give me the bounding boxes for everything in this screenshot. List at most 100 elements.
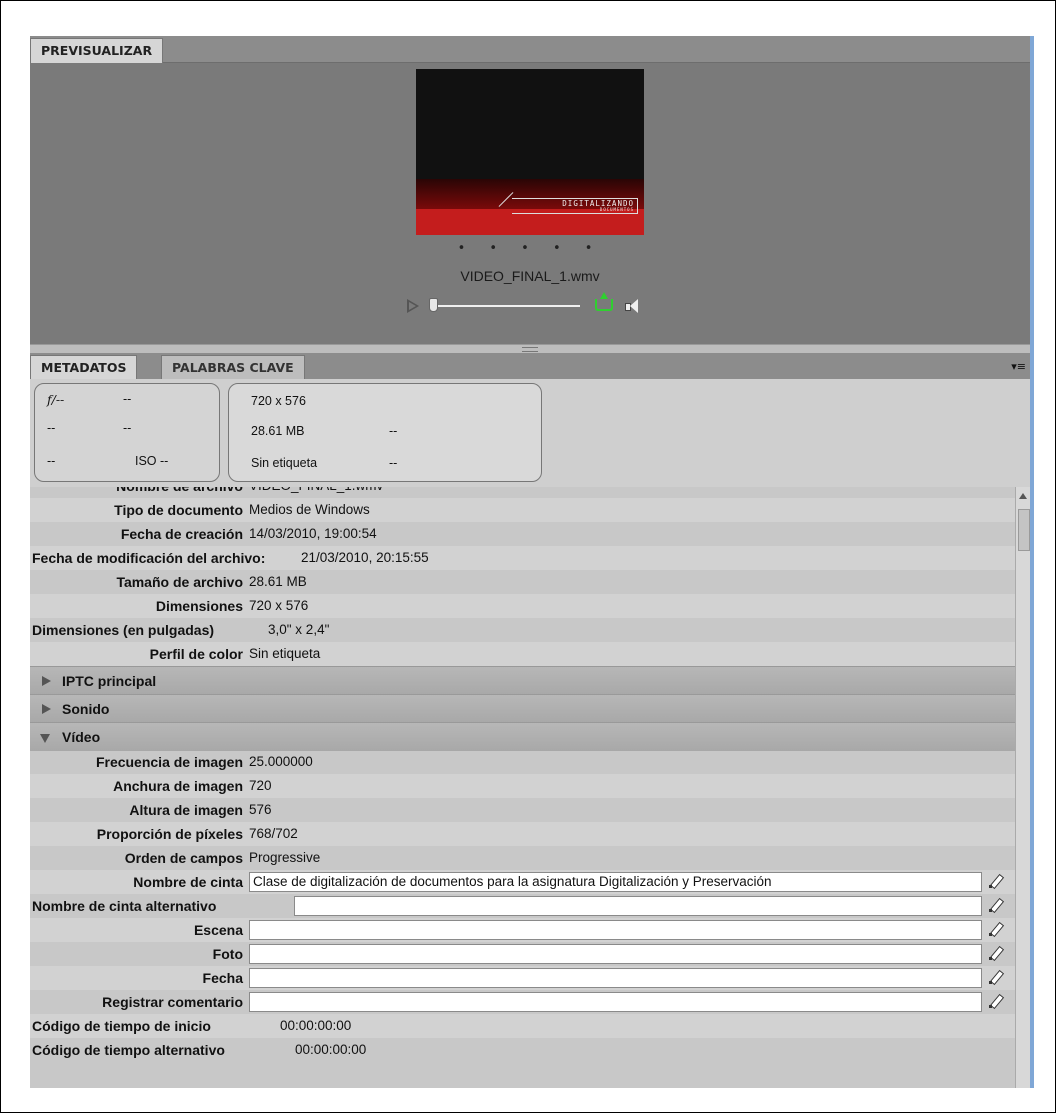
thumbnail-sublogo-text: DOCUMENTOS bbox=[599, 207, 634, 212]
metadata-value: VIDEO_FINAL_1.wmv bbox=[249, 487, 383, 498]
section-audio[interactable]: Sonido bbox=[30, 694, 1015, 723]
scene-field[interactable] bbox=[249, 920, 982, 940]
metadata-label: Tipo de documento bbox=[114, 502, 243, 518]
metadata-label: Perfil de color bbox=[149, 646, 243, 662]
thumbnail-logo: DIGITALIZANDO DOCUMENTOS bbox=[512, 198, 638, 214]
metadata-label: Frecuencia de imagen bbox=[95, 754, 243, 770]
camera-cell: -- bbox=[123, 421, 132, 435]
file-name: VIDEO_FINAL_1.wmv bbox=[460, 268, 600, 284]
metadata-scrollbar[interactable] bbox=[1015, 487, 1030, 1088]
section-title: Sonido bbox=[62, 701, 110, 717]
metadata-label: Dimensiones bbox=[155, 598, 243, 614]
metadata-row: Fecha de modificación del archivo: 21/03… bbox=[30, 546, 1015, 570]
rating-dots[interactable]: • • • • • bbox=[30, 241, 1030, 256]
metadata-value: 00:00:00:00 bbox=[295, 1042, 367, 1057]
metadata-row: Nombre de archivo VIDEO_FINAL_1.wmv bbox=[30, 487, 1015, 498]
metadata-label: Fecha de creación bbox=[120, 526, 243, 542]
loop-icon[interactable] bbox=[595, 292, 613, 311]
iso-value: ISO -- bbox=[135, 454, 169, 468]
metadata-value: 28.61 MB bbox=[249, 574, 307, 589]
scrollbar-thumb[interactable] bbox=[1018, 509, 1030, 551]
metadata-row: Registrar comentario bbox=[30, 990, 1015, 1014]
shutter-value: -- bbox=[123, 392, 132, 406]
scrub-bar[interactable] bbox=[432, 305, 580, 307]
metadata-row: Proporción de píxeles 768/702 bbox=[30, 822, 1015, 846]
metadata-row: Tamaño de archivo 28.61 MB bbox=[30, 570, 1015, 594]
scroll-up-icon[interactable] bbox=[1019, 493, 1027, 499]
window-edge bbox=[1030, 36, 1034, 1088]
alt-tape-name-field[interactable] bbox=[294, 896, 982, 916]
placard-size: 28.61 MB bbox=[251, 424, 305, 438]
metadata-label: Nombre de cinta alternativo bbox=[32, 898, 217, 914]
metadata-value: 21/03/2010, 20:15:55 bbox=[301, 550, 429, 565]
camera-cell: -- bbox=[47, 454, 56, 468]
edit-pencil-icon[interactable] bbox=[988, 970, 1002, 984]
metadata-value: 3,0" x 2,4" bbox=[268, 622, 330, 637]
metadata-value: 720 x 576 bbox=[249, 598, 309, 613]
metadata-label: Altura de imagen bbox=[129, 802, 243, 818]
metadata-placard: 𝑓/-- -- -- -- -- ISO -- 720 x 576 28.61 … bbox=[30, 379, 1030, 487]
metadata-row: Perfil de color Sin etiqueta bbox=[30, 642, 1015, 666]
metadata-row: Dimensiones 720 x 576 bbox=[30, 594, 1015, 618]
metadata-row: Código de tiempo alternativo 00:00:00:00 bbox=[30, 1038, 1015, 1062]
preview-panel: DIGITALIZANDO DOCUMENTOS • • • • • VIDEO… bbox=[30, 63, 1030, 344]
metadata-value: Sin etiqueta bbox=[249, 646, 321, 661]
shot-field[interactable] bbox=[249, 944, 982, 964]
edit-pencil-icon[interactable] bbox=[988, 946, 1002, 960]
camera-data-box: 𝑓/-- -- -- -- -- ISO -- bbox=[34, 383, 220, 482]
file-data-box: 720 x 576 28.61 MB -- Sin etiqueta -- bbox=[228, 383, 542, 482]
metadata-label: Nombre de cinta bbox=[133, 874, 243, 890]
section-iptc[interactable]: IPTC principal bbox=[30, 666, 1015, 695]
log-comment-field[interactable] bbox=[249, 992, 982, 1012]
metadata-row: Frecuencia de imagen 25.000000 bbox=[30, 750, 1015, 774]
expand-icon bbox=[42, 676, 51, 686]
edit-pencil-icon[interactable] bbox=[988, 898, 1002, 912]
metadata-label: Dimensiones (en pulgadas) bbox=[32, 622, 215, 638]
metadata-label: Proporción de píxeles bbox=[96, 826, 243, 842]
metadata-row: Anchura de imagen 720 bbox=[30, 774, 1015, 798]
metadata-row: Altura de imagen 576 bbox=[30, 798, 1015, 822]
metadata-value: Medios de Windows bbox=[249, 502, 370, 517]
play-icon[interactable] bbox=[407, 299, 419, 313]
section-video[interactable]: Vídeo bbox=[30, 722, 1015, 751]
metadata-row: Nombre de cinta Clase de digitalización … bbox=[30, 870, 1015, 894]
panel-menu-icon[interactable]: ▾≡ bbox=[1011, 360, 1026, 373]
media-player bbox=[405, 292, 665, 317]
placard-size-extra: -- bbox=[389, 424, 398, 438]
tab-metadata[interactable]: METADATOS bbox=[30, 355, 138, 380]
metadata-label: Escena bbox=[193, 922, 243, 938]
tab-preview[interactable]: PREVISUALIZAR bbox=[30, 38, 164, 63]
section-title: Vídeo bbox=[62, 729, 101, 745]
edit-pencil-icon[interactable] bbox=[988, 874, 1002, 888]
metadata-row: Escena bbox=[30, 918, 1015, 942]
metadata-row: Tipo de documento Medios de Windows bbox=[30, 498, 1015, 522]
metadata-label: Foto bbox=[212, 946, 243, 962]
metadata-row: Fecha de creación 14/03/2010, 19:00:54 bbox=[30, 522, 1015, 546]
video-thumbnail[interactable]: DIGITALIZANDO DOCUMENTOS bbox=[416, 69, 644, 235]
metadata-label: Registrar comentario bbox=[102, 994, 243, 1010]
metadata-row: Dimensiones (en pulgadas) 3,0" x 2,4" bbox=[30, 618, 1015, 642]
metadata-tabbar: METADATOS PALABRAS CLAVE ▾≡ bbox=[30, 353, 1030, 380]
metadata-label: Nombre de archivo bbox=[116, 487, 243, 498]
camera-cell: -- bbox=[47, 421, 56, 435]
placard-color-profile: Sin etiqueta bbox=[251, 456, 318, 470]
scrub-handle[interactable] bbox=[429, 298, 438, 312]
speaker-icon[interactable] bbox=[625, 299, 639, 313]
placard-dimensions: 720 x 576 bbox=[251, 394, 306, 408]
edit-pencil-icon[interactable] bbox=[988, 994, 1002, 1008]
date-field[interactable] bbox=[249, 968, 982, 988]
tab-keywords[interactable]: PALABRAS CLAVE bbox=[161, 355, 305, 380]
metadata-label: Fecha bbox=[202, 970, 243, 986]
metadata-row: Nombre de cinta alternativo bbox=[30, 894, 1015, 918]
metadata-value: 768/702 bbox=[249, 826, 298, 841]
metadata-value: 576 bbox=[249, 802, 272, 817]
metadata-label: Código de tiempo alternativo bbox=[32, 1042, 225, 1058]
edit-pencil-icon[interactable] bbox=[988, 922, 1002, 936]
metadata-row: Orden de campos Progressive bbox=[30, 846, 1015, 870]
bridge-panels: PREVISUALIZAR DIGITALIZANDO DOCUMENTOS •… bbox=[30, 36, 1030, 1088]
metadata-list: Nombre de archivo VIDEO_FINAL_1.wmv Tipo… bbox=[30, 487, 1015, 1088]
metadata-value: 25.000000 bbox=[249, 754, 313, 769]
expand-icon bbox=[42, 704, 51, 714]
metadata-value: Progressive bbox=[249, 850, 321, 865]
tape-name-field[interactable]: Clase de digitalización de documentos pa… bbox=[249, 872, 982, 892]
